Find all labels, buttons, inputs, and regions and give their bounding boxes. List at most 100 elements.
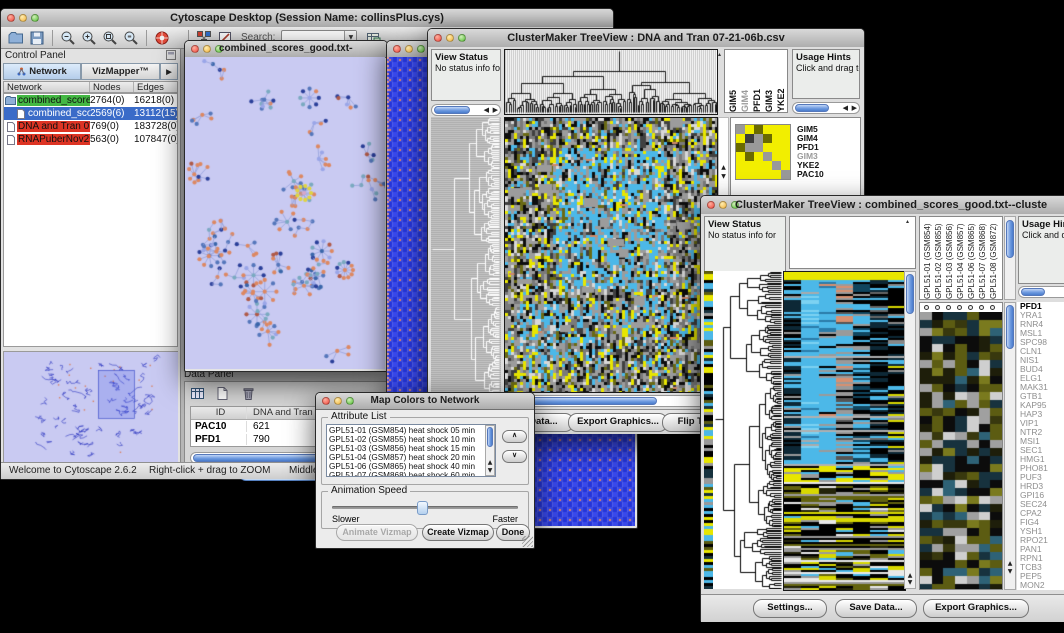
minimize-button[interactable]	[19, 14, 27, 22]
scroll-thumb[interactable]	[1006, 220, 1014, 258]
network-tree-row[interactable]: RNAPuberNov2+I563(0)107847(0)	[4, 133, 177, 146]
column-label[interactable]: GPL51-02 (GSM855)	[934, 217, 943, 299]
minimize-button[interactable]	[203, 45, 211, 53]
matrix-cell[interactable]	[772, 134, 781, 143]
matrix-cell[interactable]	[772, 161, 781, 170]
network-canvas[interactable]	[185, 57, 385, 369]
column-label[interactable]: GPL51-01 (GSM854)	[923, 217, 932, 299]
zoom-fit-icon[interactable]	[122, 29, 140, 47]
matrix-cell[interactable]	[763, 134, 772, 143]
minimize-button[interactable]	[446, 34, 454, 42]
column-label[interactable]: PFD1	[752, 50, 762, 112]
move-up-button[interactable]: ∧	[502, 430, 527, 443]
column-label[interactable]: YKE2	[776, 50, 786, 112]
zoom-in-icon[interactable]	[80, 29, 98, 47]
matrix-cell[interactable]	[745, 170, 754, 179]
scroll-left-arrow[interactable]: ◀	[484, 105, 489, 116]
close-button[interactable]	[434, 34, 442, 42]
matrix-cell[interactable]	[736, 134, 745, 143]
matrix-cell[interactable]	[736, 170, 745, 179]
matrix-cell[interactable]	[736, 152, 745, 161]
tab-vizmapper[interactable]: VizMapper™	[81, 63, 160, 80]
settings-button[interactable]: Settings...	[753, 599, 827, 618]
scroll-down-arrow[interactable]: ▼	[905, 579, 915, 586]
column-label[interactable]: GIM3	[764, 50, 774, 112]
network-tree-row[interactable]: combined_scores2764(0)16218(0)	[4, 94, 177, 107]
scroll-up-arrow[interactable]: ▴	[906, 218, 909, 225]
attribute-list-item[interactable]: GPL51-04 (GSM857) heat shock 20 min	[329, 453, 493, 462]
column-label[interactable]: GIM4	[740, 50, 750, 112]
network-tree-row[interactable]: DNA and Tran 07769(0)183728(0)	[4, 120, 177, 133]
scroll-thumb[interactable]	[1006, 305, 1014, 349]
column-header-nodes[interactable]: Nodes	[90, 82, 134, 92]
scroll-right-arrow[interactable]: ▶	[493, 105, 498, 116]
scroll-up-arrow[interactable]: ▲	[905, 572, 915, 579]
heatmap-canvas[interactable]	[783, 271, 906, 591]
column-label[interactable]: GPL51-08 (GSM872)	[989, 217, 998, 299]
matrix-cell[interactable]	[754, 134, 763, 143]
column-label[interactable]: GIM5	[728, 50, 738, 112]
attribute-list-item[interactable]: GPL51-02 (GSM855) heat shock 10 min	[329, 435, 493, 444]
zoom-button[interactable]	[417, 45, 425, 53]
matrix-cell[interactable]	[754, 170, 763, 179]
attribute-select-icon[interactable]	[189, 385, 206, 402]
attribute-list-item[interactable]: GPL51-03 (GSM856) heat shock 15 min	[329, 444, 493, 453]
scroll-thumb[interactable]	[1021, 288, 1045, 296]
save-data-button[interactable]: Save Data...	[835, 599, 917, 618]
zoom-heatmap-canvas[interactable]	[920, 312, 1002, 589]
zoom-out-icon[interactable]	[59, 29, 77, 47]
row-tree-hscrollbar[interactable]: ◀ ▶	[431, 104, 501, 116]
treeview2-titlebar[interactable]: ClusterMaker TreeView : combined_scores_…	[701, 196, 1064, 215]
scroll-up-arrow[interactable]: ▲	[486, 459, 494, 466]
move-down-button[interactable]: ∨	[502, 450, 527, 463]
scroll-down-arrow[interactable]: ▼	[719, 173, 728, 180]
matrix-cell[interactable]	[736, 125, 745, 134]
delete-attribute-icon[interactable]	[240, 385, 257, 402]
usage-hscrollbar[interactable]	[1018, 286, 1064, 298]
help-lifering-icon[interactable]	[153, 29, 171, 47]
scroll-up-arrow[interactable]: ▲	[719, 164, 728, 171]
matrix-cell[interactable]	[754, 161, 763, 170]
close-button[interactable]	[7, 14, 15, 22]
matrix-cell[interactable]	[772, 152, 781, 161]
minimize-button[interactable]	[334, 397, 342, 405]
matrix-cell[interactable]	[745, 134, 754, 143]
matrix-cell[interactable]	[781, 152, 790, 161]
attribute-list-item[interactable]: GPL51-07 (GSM868) heat shock 60 min	[329, 471, 493, 477]
gene-label[interactable]: MON2	[1020, 581, 1064, 590]
scroll-down-arrow[interactable]: ▼	[486, 467, 494, 474]
tab-network[interactable]: Network	[3, 63, 81, 80]
close-button[interactable]	[191, 45, 199, 53]
scroll-right-arrow[interactable]: ▶	[852, 103, 857, 114]
attribute-header-id[interactable]: ID	[191, 407, 247, 419]
matrix-cell[interactable]	[745, 152, 754, 161]
matrix-cell[interactable]	[781, 161, 790, 170]
minimize-button[interactable]	[405, 45, 413, 53]
row-label[interactable]: PAC10	[797, 170, 824, 179]
scroll-up-arrow[interactable]: ▲	[1005, 560, 1015, 567]
column-dendrogram-area[interactable]	[789, 216, 916, 269]
matrix-cell[interactable]	[745, 143, 754, 152]
attribute-vscrollbar[interactable]: ▲ ▼	[485, 425, 495, 476]
animate-vizmap-button[interactable]: Animate Vizmap	[336, 524, 418, 541]
matrix-cell[interactable]	[772, 125, 781, 134]
row-dendrogram-canvas[interactable]	[713, 271, 783, 589]
network-overview-panel[interactable]	[3, 351, 178, 465]
scroll-thumb[interactable]	[795, 104, 829, 112]
matrix-cell[interactable]	[781, 170, 790, 179]
network-view-titlebar[interactable]: combined_scores_good.txt--cluste...	[185, 41, 387, 58]
matrix-cell[interactable]	[754, 143, 763, 152]
float-panel-icon[interactable]	[166, 50, 176, 63]
matrix-cell[interactable]	[736, 143, 745, 152]
scroll-thumb[interactable]	[487, 427, 493, 447]
column-label[interactable]: GPL51-03 (GSM856)	[945, 217, 954, 299]
matrix-cell[interactable]	[736, 161, 745, 170]
zoom-heatmap-matrix[interactable]	[735, 124, 791, 180]
zoom-hscrollbar[interactable]: ◀ ▶	[792, 102, 860, 114]
speed-slider-thumb[interactable]	[417, 501, 428, 515]
matrix-cell[interactable]	[754, 125, 763, 134]
scroll-down-arrow[interactable]: ▼	[1005, 568, 1015, 575]
close-button[interactable]	[707, 201, 715, 209]
column-header-network[interactable]: Network	[4, 82, 90, 92]
column-label[interactable]: GPL51-07 (GSM868)	[978, 217, 987, 299]
